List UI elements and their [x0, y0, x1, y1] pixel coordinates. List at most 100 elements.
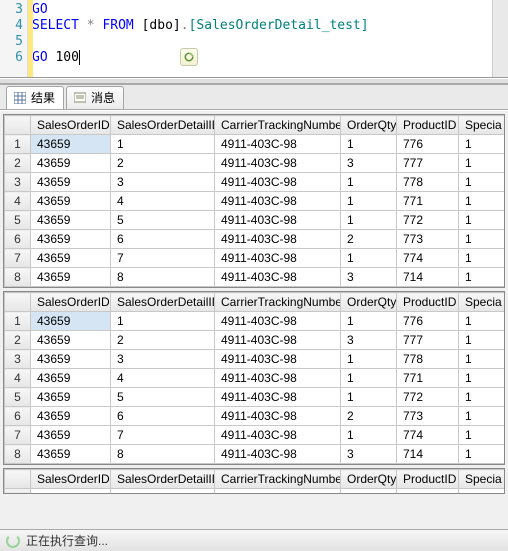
table-row[interactable]: 34365934911-403C-9817781	[5, 350, 505, 369]
cell[interactable]: 4911-403C-98	[215, 331, 341, 350]
sql-editor[interactable]: 3456 GOSELECT * FROM [dbo].[SalesOrderDe…	[0, 0, 508, 78]
cell[interactable]: 1	[341, 173, 397, 192]
cell[interactable]: 4911-403C-98	[215, 350, 341, 369]
table-row[interactable]: 14365914911-403C-9817761	[5, 312, 505, 331]
cell[interactable]: 1	[459, 211, 505, 230]
table-row[interactable]: 64365964911-403C-9827731	[5, 407, 505, 426]
cell[interactable]: 5	[111, 388, 215, 407]
column-header[interactable]: ProductID	[397, 116, 459, 135]
column-header[interactable]: SalesOrderDetailID	[111, 470, 215, 489]
cell[interactable]: 4911-403C-98	[215, 268, 341, 287]
column-header[interactable]: CarrierTrackingNumber	[215, 293, 341, 312]
cell[interactable]: 1	[459, 312, 505, 331]
column-header[interactable]: SalesOrderDetailID	[111, 293, 215, 312]
result-grid-3[interactable]: SalesOrderIDSalesOrderDetailIDCarrierTra…	[3, 468, 505, 494]
cell[interactable]: 1	[459, 407, 505, 426]
column-header[interactable]: SalesOrderID	[31, 116, 111, 135]
cell[interactable]: 1	[111, 135, 215, 154]
cell[interactable]: 774	[397, 426, 459, 445]
row-header[interactable]: 2	[5, 331, 31, 350]
cell[interactable]: 778	[397, 350, 459, 369]
cell[interactable]: 1	[459, 135, 505, 154]
column-header[interactable]: ProductID	[397, 470, 459, 489]
cell[interactable]: 5	[111, 211, 215, 230]
cell[interactable]: 43659	[31, 388, 111, 407]
cell[interactable]: 776	[397, 312, 459, 331]
cell[interactable]: 3	[341, 154, 397, 173]
cell[interactable]: 43659	[31, 135, 111, 154]
table-row[interactable]: 24365924911-403C-9837771	[5, 331, 505, 350]
code-line[interactable]: GO	[32, 2, 504, 18]
cell[interactable]: 43659	[31, 445, 111, 464]
row-header[interactable]: 5	[5, 388, 31, 407]
column-header[interactable]: OrderQty	[341, 470, 397, 489]
cell[interactable]: 1	[459, 230, 505, 249]
row-header[interactable]: 1	[5, 312, 31, 331]
cell[interactable]: 3	[341, 445, 397, 464]
cell[interactable]: 771	[397, 192, 459, 211]
cell[interactable]: 4911-403C-98	[215, 312, 341, 331]
cell[interactable]: 773	[397, 407, 459, 426]
column-header[interactable]: Specia	[459, 116, 505, 135]
cell[interactable]: 1	[459, 388, 505, 407]
row-header[interactable]: 4	[5, 192, 31, 211]
cell[interactable]: 7	[111, 426, 215, 445]
grid-corner[interactable]	[5, 470, 31, 489]
cell[interactable]: 771	[397, 369, 459, 388]
cell[interactable]: 777	[397, 331, 459, 350]
grid-corner[interactable]	[5, 116, 31, 135]
column-header[interactable]: SalesOrderDetailID	[111, 116, 215, 135]
cell[interactable]: 1	[341, 312, 397, 331]
cell[interactable]: 2	[111, 331, 215, 350]
row-header[interactable]: 1	[5, 135, 31, 154]
cell[interactable]: 4911-403C-98	[215, 154, 341, 173]
grid-corner[interactable]	[5, 293, 31, 312]
cell[interactable]: 43659	[31, 350, 111, 369]
column-header[interactable]: OrderQty	[341, 116, 397, 135]
intellisense-icon[interactable]	[180, 48, 198, 66]
code-line[interactable]	[32, 34, 504, 50]
cell[interactable]: 4911-403C-98	[215, 135, 341, 154]
cell[interactable]: 776	[397, 135, 459, 154]
cell[interactable]: 6	[111, 407, 215, 426]
cell[interactable]: 8	[111, 445, 215, 464]
cell[interactable]: 777	[397, 154, 459, 173]
cell[interactable]: 4911-403C-98	[215, 211, 341, 230]
table-row[interactable]: 64365964911-403C-9827731	[5, 230, 505, 249]
row-header[interactable]: 3	[5, 173, 31, 192]
cell[interactable]: 773	[397, 230, 459, 249]
cell[interactable]: 1	[459, 350, 505, 369]
code-area[interactable]: GOSELECT * FROM [dbo].[SalesOrderDetail_…	[28, 0, 508, 77]
table-row[interactable]: 84365984911-403C-9837141	[5, 445, 505, 464]
row-header[interactable]: 8	[5, 445, 31, 464]
cell[interactable]: 43659	[31, 268, 111, 287]
row-header[interactable]: 7	[5, 426, 31, 445]
cell[interactable]: 43659	[31, 369, 111, 388]
column-header[interactable]: CarrierTrackingNumber	[215, 116, 341, 135]
cell[interactable]: 4911-403C-98	[215, 369, 341, 388]
cell[interactable]: 43659	[31, 331, 111, 350]
cell[interactable]: 7	[111, 249, 215, 268]
cell[interactable]: 4	[111, 369, 215, 388]
table-row[interactable]: 44365944911-403C-9817711	[5, 369, 505, 388]
cell[interactable]: 43659	[31, 249, 111, 268]
column-header[interactable]: SalesOrderID	[31, 470, 111, 489]
cell[interactable]: 43659	[31, 173, 111, 192]
row-header[interactable]: 3	[5, 350, 31, 369]
cell[interactable]: 778	[397, 173, 459, 192]
cell[interactable]: 1	[459, 369, 505, 388]
tab-results[interactable]: 结果	[6, 86, 64, 109]
cell[interactable]: 1	[341, 192, 397, 211]
cell[interactable]: 1	[459, 268, 505, 287]
result-grid-1[interactable]: SalesOrderIDSalesOrderDetailIDCarrierTra…	[3, 114, 505, 288]
cell[interactable]: 43659	[31, 211, 111, 230]
cell[interactable]: 43659	[31, 407, 111, 426]
cell[interactable]: 8	[111, 268, 215, 287]
cell[interactable]: 1	[459, 445, 505, 464]
column-header[interactable]: ProductID	[397, 293, 459, 312]
cell[interactable]: 43659	[31, 426, 111, 445]
cell[interactable]: 772	[397, 211, 459, 230]
cell[interactable]: 4911-403C-98	[215, 230, 341, 249]
cell[interactable]: 1	[459, 192, 505, 211]
cell[interactable]: 2	[341, 230, 397, 249]
